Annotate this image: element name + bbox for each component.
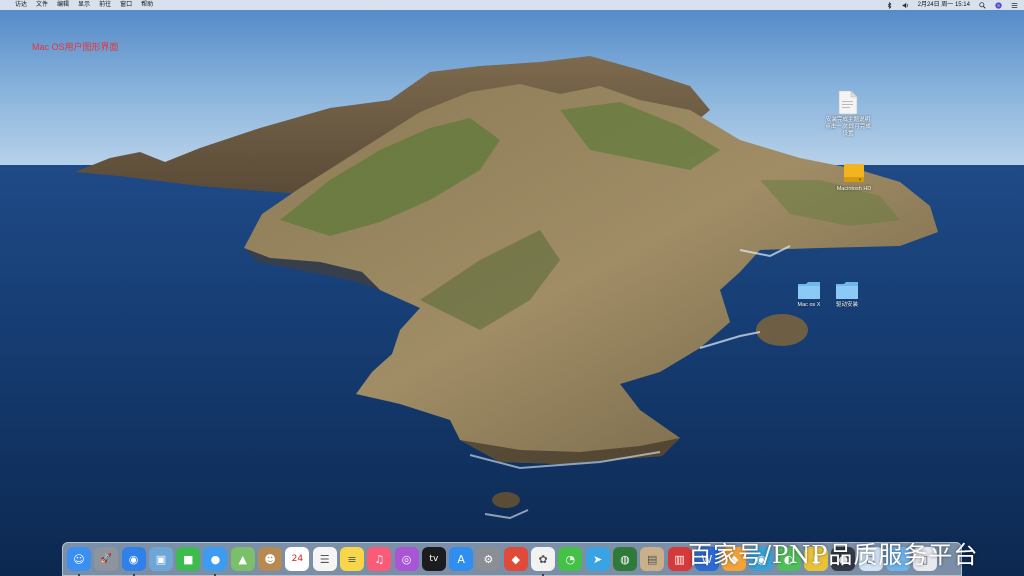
dock-telegram-glyph: ➤ — [593, 552, 603, 566]
dock-tv-icon[interactable]: tv — [421, 547, 446, 571]
menu-file[interactable]: 文件 — [36, 0, 48, 10]
dock-calendar-icon[interactable]: 24 — [285, 547, 310, 571]
desktop-macintosh-hd-label: Macintosh HD — [836, 186, 872, 192]
dock-reminders-icon[interactable]: ☰ — [312, 547, 337, 571]
dock-globe-app-glyph: ◍ — [620, 552, 630, 566]
dock-notes-icon[interactable]: ≡ — [339, 547, 364, 571]
dock-finder-icon[interactable]: ☺ — [67, 547, 91, 576]
desktop-folder-drivers-label: 驱动安装 — [835, 302, 858, 308]
dock-music-icon[interactable]: ♫ — [367, 547, 392, 571]
desktop-document[interactable]: 安装完成主题说明 点击一次 即可完成设置 — [824, 90, 872, 138]
dock-maps-icon[interactable]: ▲ — [230, 547, 255, 571]
dock-preview-glyph: ▣ — [155, 552, 167, 566]
desktop-folder-drivers[interactable]: 驱动安装 — [823, 281, 871, 309]
dock-messages-icon[interactable]: ● — [203, 547, 228, 576]
dock-app-store-glyph: A — [457, 552, 465, 566]
menu-view[interactable]: 显示 — [78, 0, 90, 10]
desktop-caption: Mac OS用户图形界面 — [32, 42, 119, 52]
dock-system-preferences-glyph: ⚙ — [483, 552, 494, 566]
dock-tv-glyph: tv — [429, 554, 439, 564]
search-icon[interactable] — [979, 1, 986, 9]
menu-bar: 访达 文件 编辑 显示 前往 窗口 帮助 2月24日 周一 15:14 — [0, 0, 1024, 10]
dock-launchpad-icon[interactable]: 🚀 — [94, 547, 119, 571]
dock-podcasts-glyph: ◎ — [401, 552, 412, 566]
dock-maps-glyph: ▲ — [238, 552, 248, 566]
dock-facetime-glyph: ■ — [182, 552, 194, 566]
dock-finder-glyph: ☺ — [73, 552, 85, 566]
dock-photos-glyph: ✿ — [538, 552, 548, 566]
watermark: 百家号/PNP品质服务平台 — [688, 541, 979, 569]
dock-wechat-icon[interactable]: ◔ — [558, 547, 583, 571]
dock-messages-glyph: ● — [210, 552, 221, 566]
dock-contacts-icon[interactable]: ☻ — [258, 547, 283, 571]
dock-facetime-icon[interactable]: ■ — [176, 547, 201, 571]
menu-help[interactable]: 帮助 — [141, 0, 153, 10]
notification-center-icon[interactable] — [1011, 2, 1018, 9]
hard-drive-icon — [844, 164, 864, 182]
dock-safari-icon[interactable]: ◉ — [121, 547, 146, 576]
menu-edit[interactable]: 编辑 — [57, 0, 69, 10]
dock-safari-glyph: ◉ — [128, 552, 139, 566]
dock-music-glyph: ♫ — [374, 552, 385, 566]
folder-icon — [836, 282, 858, 299]
dock-app-red-icon[interactable]: ◆ — [503, 547, 528, 571]
siri-icon[interactable] — [995, 1, 1002, 9]
document-icon — [838, 90, 858, 115]
menu-go[interactable]: 前往 — [99, 0, 111, 10]
dock-podcasts-icon[interactable]: ◎ — [394, 547, 419, 571]
dock-photos-icon[interactable]: ✿ — [531, 547, 556, 576]
dock-app-store-icon[interactable]: A — [449, 547, 474, 571]
dock-preview-icon[interactable]: ▣ — [148, 547, 173, 571]
dock-archive-app-icon[interactable]: ▤ — [640, 547, 665, 571]
dock-wechat-glyph: ◔ — [565, 552, 576, 566]
dock-contacts-glyph: ☻ — [264, 552, 276, 566]
dock-telegram-icon[interactable]: ➤ — [585, 547, 610, 571]
menu-window[interactable]: 窗口 — [120, 0, 132, 10]
desktop-macintosh-hd[interactable]: Macintosh HD — [830, 162, 878, 193]
dock-archive-app-glyph: ▤ — [647, 552, 658, 566]
dock-app-red-glyph: ◆ — [511, 552, 520, 566]
volume-icon[interactable] — [902, 2, 909, 9]
dock-calendar-glyph: 24 — [291, 554, 304, 564]
clock[interactable]: 2月24日 周一 15:14 — [918, 0, 970, 10]
folder-icon — [798, 282, 820, 299]
desktop-document-label: 安装完成主题说明 点击一次 即可完成设置 — [825, 117, 871, 137]
menu-finder[interactable]: 访达 — [15, 0, 27, 10]
dock-launchpad-glyph: 🚀 — [100, 554, 112, 564]
dock-globe-app-icon[interactable]: ◍ — [612, 547, 637, 571]
bluetooth-icon[interactable] — [886, 1, 893, 9]
dock-system-preferences-icon[interactable]: ⚙ — [476, 547, 501, 571]
dock-reminders-glyph: ☰ — [319, 552, 330, 566]
dock-notes-glyph: ≡ — [347, 552, 357, 566]
